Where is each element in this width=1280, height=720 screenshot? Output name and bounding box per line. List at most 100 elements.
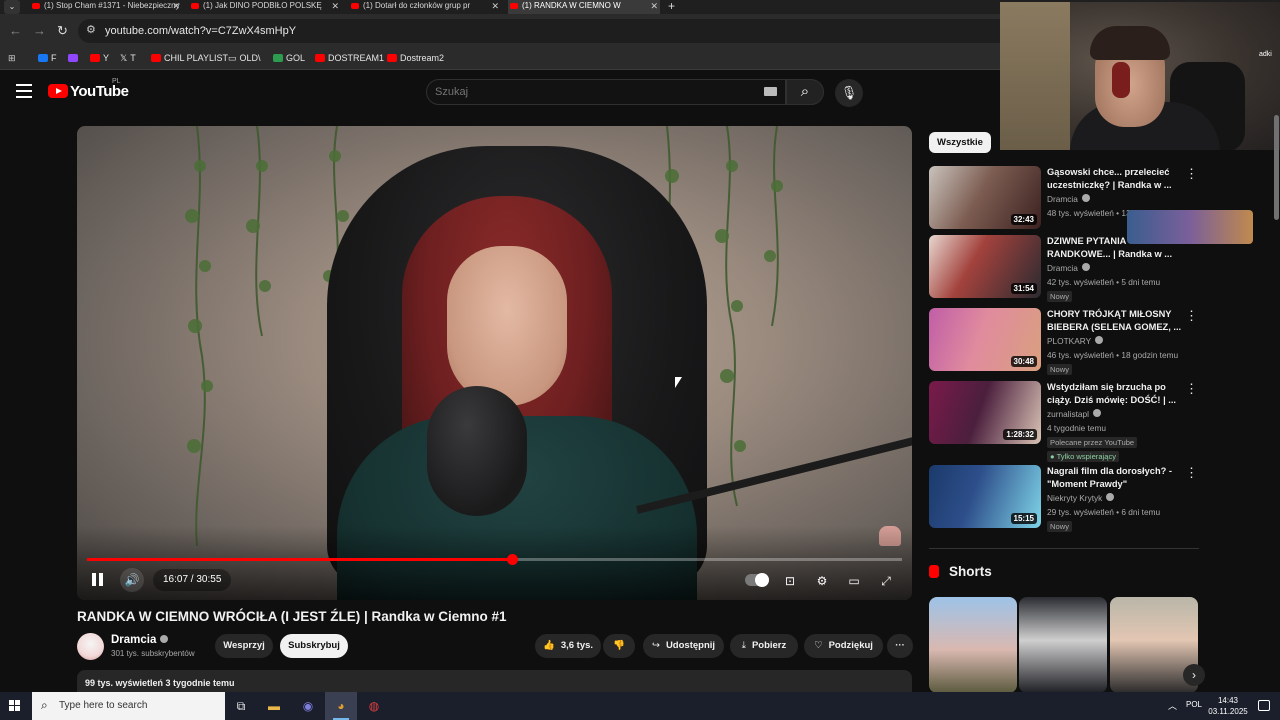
video-thumbnail[interactable]: 31:54 bbox=[929, 235, 1041, 298]
page-scrollbar[interactable] bbox=[1274, 115, 1279, 220]
language-indicator[interactable]: POL bbox=[1186, 700, 1202, 709]
search-button[interactable]: ⌕ bbox=[786, 79, 824, 105]
file-explorer-icon[interactable]: ▬ bbox=[258, 692, 290, 720]
bookmark-y[interactable]: Y bbox=[90, 53, 109, 63]
support-button[interactable]: Wesprzyj bbox=[215, 634, 273, 658]
back-icon[interactable]: ← bbox=[9, 23, 22, 38]
recommendation-title[interactable]: Gąsowski chce... przelecieć uczestniczkę… bbox=[1047, 166, 1182, 192]
like-button[interactable]: 👍 3,6 tys. bbox=[535, 634, 601, 658]
chrome-icon[interactable]: ◕ bbox=[325, 692, 357, 720]
subtitles-icon[interactable]: ⊡ bbox=[778, 569, 802, 593]
taskbar-search[interactable]: ⌕ Type here to search bbox=[32, 692, 225, 720]
recommendation-title[interactable]: Nagrali film dla dorosłych? - "Moment Pr… bbox=[1047, 465, 1182, 491]
tray-overflow-icon[interactable]: ︿ bbox=[1168, 699, 1177, 712]
recommendation-title[interactable]: CHORY TRÓJKĄT MIŁOSNY BIEBERA (SELENA GO… bbox=[1047, 308, 1182, 334]
filter-chip-all[interactable]: Wszystkie bbox=[929, 132, 991, 153]
bookmark-t[interactable]: 𝕏T bbox=[120, 53, 136, 64]
video-player[interactable]: 🔊 16:07 / 30:55 ⊡ ⚙ ▭ ⤢ bbox=[77, 126, 912, 600]
verified-icon bbox=[1092, 409, 1101, 417]
notifications-icon[interactable] bbox=[1258, 700, 1270, 711]
recommendation-meta: 42 tys. wyświetleń • 5 dni temu bbox=[1047, 277, 1161, 287]
pause-button[interactable] bbox=[91, 573, 105, 587]
voice-search-button[interactable]: 🎙 bbox=[835, 79, 863, 107]
bookmark-dostream2[interactable]: Dostream2 bbox=[387, 53, 444, 63]
video-thumbnail[interactable]: 15:15 bbox=[929, 465, 1041, 528]
progress-bar[interactable] bbox=[87, 554, 902, 565]
close-tab-icon[interactable]: ✕ bbox=[172, 0, 180, 12]
recommendation-item[interactable]: 31:54 DZIWNE PYTANIA RANDKOWE... | Randk… bbox=[929, 235, 1229, 302]
video-thumbnail[interactable]: 32:43 bbox=[929, 166, 1041, 229]
share-button[interactable]: ↪ Udostępnij bbox=[643, 634, 724, 658]
browser-tab-4-active[interactable]: (1) RANDKA W CIEMNO W ✕ bbox=[508, 0, 660, 14]
subscribe-button[interactable]: Subskrybuj bbox=[280, 634, 348, 658]
discord-icon[interactable]: ◉ bbox=[292, 692, 324, 720]
recommendation-channel[interactable]: Niekryty Krytyk bbox=[1047, 493, 1115, 503]
facebook-icon bbox=[38, 54, 48, 62]
more-options-icon[interactable]: ⋮ bbox=[1185, 166, 1198, 182]
clock[interactable]: 14:43 03.11.2025 bbox=[1208, 695, 1248, 717]
close-tab-icon[interactable]: ✕ bbox=[650, 0, 658, 12]
url-text[interactable]: youtube.com/watch?v=C7ZwX4smHpY bbox=[105, 25, 296, 37]
apps-grid-icon[interactable]: ⊞ bbox=[8, 53, 16, 64]
channel-name[interactable]: Dramcia bbox=[111, 634, 169, 646]
task-view-icon[interactable]: ⧉ bbox=[225, 692, 257, 720]
channel-avatar[interactable] bbox=[77, 633, 104, 660]
recommendation-channel[interactable]: zurnalistapl bbox=[1047, 409, 1101, 419]
site-info-icon[interactable]: ⚙ bbox=[86, 23, 96, 36]
keyboard-icon[interactable] bbox=[764, 87, 777, 96]
menu-icon[interactable] bbox=[16, 84, 32, 98]
short-thumbnail[interactable] bbox=[1019, 597, 1107, 693]
shorts-next-arrow-icon[interactable]: › bbox=[1183, 664, 1205, 686]
recommendation-item[interactable]: 30:48 CHORY TRÓJKĄT MIŁOSNY BIEBERA (SEL… bbox=[929, 308, 1229, 375]
recommendation-item[interactable]: 1:28:32 Wstydziłam się brzucha po ciąży.… bbox=[929, 381, 1229, 462]
forward-icon[interactable]: → bbox=[33, 23, 46, 38]
autoplay-toggle[interactable] bbox=[745, 573, 769, 587]
recommendation-item[interactable]: 15:15 Nagrali film dla dorosłych? - "Mom… bbox=[929, 465, 1229, 532]
new-badge: Nowy bbox=[1047, 521, 1072, 532]
reload-icon[interactable]: ↻ bbox=[57, 23, 68, 39]
close-tab-icon[interactable]: ✕ bbox=[491, 0, 499, 12]
more-options-icon[interactable]: ⋮ bbox=[1185, 381, 1198, 397]
close-tab-icon[interactable]: ✕ bbox=[331, 0, 339, 12]
recommendation-title[interactable]: Wstydziłam się brzucha po ciąży. Dziś mó… bbox=[1047, 381, 1182, 407]
bookmark-twitch[interactable] bbox=[68, 53, 81, 63]
settings-gear-icon[interactable]: ⚙ bbox=[810, 569, 834, 593]
dislike-button[interactable]: 👎 bbox=[603, 634, 635, 658]
short-thumbnail[interactable] bbox=[929, 597, 1017, 693]
folder-icon: ▭ bbox=[228, 53, 237, 63]
more-actions-button[interactable]: ··· bbox=[887, 634, 913, 658]
recommendation-channel[interactable]: Dramcia bbox=[1047, 263, 1090, 273]
theater-mode-icon[interactable]: ▭ bbox=[842, 569, 866, 593]
bookmark-f[interactable]: F bbox=[38, 53, 57, 63]
browser-tab-3[interactable]: (1) Dotarł do członków grup pr ✕ bbox=[349, 0, 501, 14]
tab-search-button[interactable]: ⌄ bbox=[4, 0, 20, 14]
recommendation-channel[interactable]: PLOTKARY bbox=[1047, 336, 1104, 346]
gol-icon bbox=[273, 54, 283, 62]
more-options-icon[interactable]: ⋮ bbox=[1185, 465, 1198, 481]
bookmark-chil-playlist[interactable]: CHIL PLAYLIST bbox=[151, 53, 228, 63]
bookmark-gol[interactable]: GOL bbox=[273, 53, 305, 63]
recommendation-meta: 48 tys. wyświetleń • 13 bbox=[1047, 208, 1131, 218]
more-options-icon[interactable]: ⋮ bbox=[1185, 308, 1198, 324]
volume-button[interactable]: 🔊 bbox=[120, 568, 144, 592]
bookmark-folder-old[interactable]: ▭ OLD\ bbox=[228, 53, 261, 64]
x-icon: 𝕏 bbox=[120, 53, 128, 63]
video-thumbnail[interactable]: 30:48 bbox=[929, 308, 1041, 371]
streamer-face bbox=[447, 246, 567, 406]
search-input[interactable] bbox=[435, 84, 735, 100]
search-box[interactable] bbox=[426, 79, 786, 105]
new-tab-button[interactable]: + bbox=[668, 0, 675, 13]
browser-tab-1[interactable]: (1) Stop Cham #1371 - Niebezpieczny ✕ bbox=[30, 0, 182, 14]
thanks-button[interactable]: ♡ Podziękuj bbox=[804, 634, 883, 658]
fullscreen-icon[interactable]: ⤢ bbox=[874, 569, 898, 593]
windows-start-icon[interactable] bbox=[9, 700, 21, 712]
obs-icon[interactable]: ◍ bbox=[358, 692, 390, 720]
thumbs-down-icon: 👎 bbox=[613, 640, 625, 651]
recommendation-channel[interactable]: Dramcia bbox=[1047, 194, 1090, 204]
download-button[interactable]: ⤓ Pobierz bbox=[730, 634, 798, 658]
browser-tab-2[interactable]: (1) Jak DINO PODBIŁO POLSKĘ ✕ bbox=[189, 0, 341, 14]
scrubber-handle[interactable] bbox=[506, 554, 518, 565]
thumbs-up-icon: 👍 bbox=[542, 640, 555, 651]
video-thumbnail[interactable]: 1:28:32 bbox=[929, 381, 1041, 444]
bookmark-dostream1[interactable]: DOSTREAM1 bbox=[315, 53, 384, 63]
